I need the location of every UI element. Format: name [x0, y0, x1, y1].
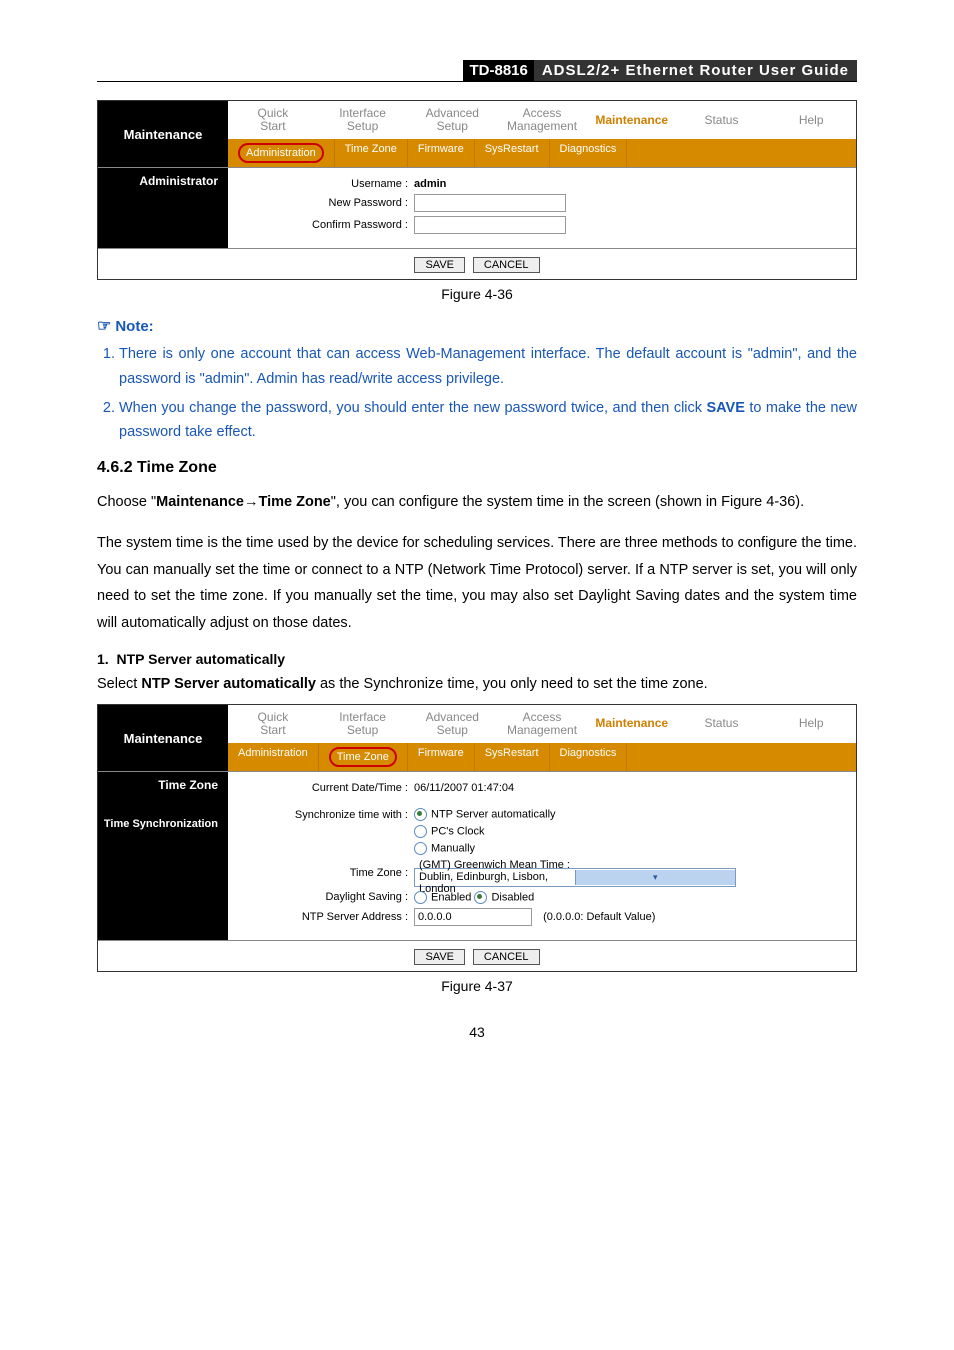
figure-caption-1: Figure 4-36 [97, 286, 857, 302]
timezone-label: Time Zone : [228, 867, 414, 879]
screenshot-admin: Maintenance QuickStartInterfaceSetupAdva… [97, 100, 857, 280]
current-datetime-label: Current Date/Time : [228, 782, 414, 794]
radio-label: Enabled [431, 891, 471, 903]
subnav-tab[interactable]: Firmware [408, 139, 475, 167]
nav-tab[interactable]: QuickStart [228, 101, 318, 139]
heading-4-6-2: 4.6.2 Time Zone [97, 459, 857, 477]
save-button[interactable]: SAVE [414, 257, 465, 273]
note-heading: ☞Note: [97, 316, 857, 336]
sync-label: Synchronize time with : [228, 809, 414, 821]
figure-caption-2: Figure 4-37 [97, 978, 857, 994]
ntp-address-label: NTP Server Address : [228, 911, 414, 923]
nav-tab[interactable]: AdvancedSetup [407, 101, 497, 139]
model-badge: TD-8816 [463, 60, 533, 81]
radio-label: Disabled [491, 891, 534, 903]
screenshot-timezone: Maintenance QuickStartInterfaceSetupAdva… [97, 704, 857, 972]
radio-label: NTP Server automatically [431, 809, 556, 821]
nav-tab[interactable]: Help [766, 108, 856, 133]
new-password-label: New Password : [228, 197, 414, 209]
nav-tab[interactable]: AdvancedSetup [407, 705, 497, 743]
radio-icon[interactable] [414, 825, 427, 838]
ntp-address-input[interactable]: 0.0.0.0 [414, 908, 532, 926]
note-item-1: There is only one account that can acces… [119, 342, 857, 391]
daylight-label: Daylight Saving : [228, 891, 414, 903]
subnav-tab[interactable]: Time Zone [335, 139, 408, 167]
radio-label: Manually [431, 843, 475, 855]
para-choose: Choose "Maintenance→Time Zone", you can … [97, 489, 857, 516]
page-header: TD-8816ADSL2/2+ Ethernet Router User Gui… [97, 60, 857, 82]
side-label-administrator: Administrator [98, 168, 228, 194]
username-label: Username : [228, 178, 414, 190]
subnav-tab[interactable]: SysRestart [475, 139, 550, 167]
confirm-password-input[interactable] [414, 216, 566, 234]
confirm-password-label: Confirm Password : [228, 219, 414, 231]
cancel-button-2[interactable]: CANCEL [473, 949, 540, 965]
cancel-button[interactable]: CANCEL [473, 257, 540, 273]
radio-icon[interactable] [414, 891, 427, 904]
subnav-tab[interactable]: Diagnostics [550, 743, 628, 771]
radio-icon[interactable] [474, 891, 487, 904]
sub-ntp-heading: 1. NTP Server automatically [97, 651, 857, 667]
hand-icon: ☞ [97, 318, 111, 335]
side-title: Maintenance [98, 101, 228, 167]
nav-tab[interactable]: Status [677, 108, 767, 133]
radio-icon[interactable] [414, 842, 427, 855]
subnav-tab[interactable]: Diagnostics [550, 139, 628, 167]
page-number: 43 [97, 1024, 857, 1040]
subnav-tab[interactable]: Firmware [408, 743, 475, 771]
side-label-timesync: Time Synchronization [98, 812, 228, 836]
nav-tab[interactable]: Maintenance [587, 108, 677, 133]
subnav-tab[interactable]: Administration [228, 743, 319, 771]
chevron-down-icon: ▾ [575, 870, 736, 885]
note-item-2: When you change the password, you should… [119, 396, 857, 445]
nav-tab[interactable]: InterfaceSetup [318, 705, 408, 743]
nav-tab[interactable]: InterfaceSetup [318, 101, 408, 139]
nav-tab[interactable]: Maintenance [587, 711, 677, 736]
side-label-timezone: Time Zone [98, 772, 228, 798]
nav-tab[interactable]: Help [766, 711, 856, 736]
nav-tab[interactable]: Status [677, 711, 767, 736]
new-password-input[interactable] [414, 194, 566, 212]
timezone-select[interactable]: (GMT) Greenwich Mean Time : Dublin, Edin… [414, 868, 736, 887]
save-button-2[interactable]: SAVE [414, 949, 465, 965]
subnav-tab[interactable]: Administration [228, 139, 335, 167]
username-value: admin [414, 178, 446, 190]
radio-icon[interactable] [414, 808, 427, 821]
sub-ntp-line: Select NTP Server automatically as the S… [97, 671, 857, 698]
note-list: There is only one account that can acces… [119, 342, 857, 445]
side-title-2: Maintenance [98, 705, 228, 771]
current-datetime-value: 06/11/2007 01:47:04 [414, 782, 856, 794]
nav-tab[interactable]: AccessManagement [497, 705, 587, 743]
radio-label: PC's Clock [431, 826, 484, 838]
nav-tab[interactable]: QuickStart [228, 705, 318, 743]
subnav-tab[interactable]: Time Zone [319, 743, 408, 771]
subnav-tab[interactable]: SysRestart [475, 743, 550, 771]
ntp-address-note: (0.0.0.0: Default Value) [543, 911, 655, 923]
para-systime: The system time is the time used by the … [97, 530, 857, 637]
product-title: ADSL2/2+ Ethernet Router User Guide [534, 60, 857, 81]
nav-tab[interactable]: AccessManagement [497, 101, 587, 139]
